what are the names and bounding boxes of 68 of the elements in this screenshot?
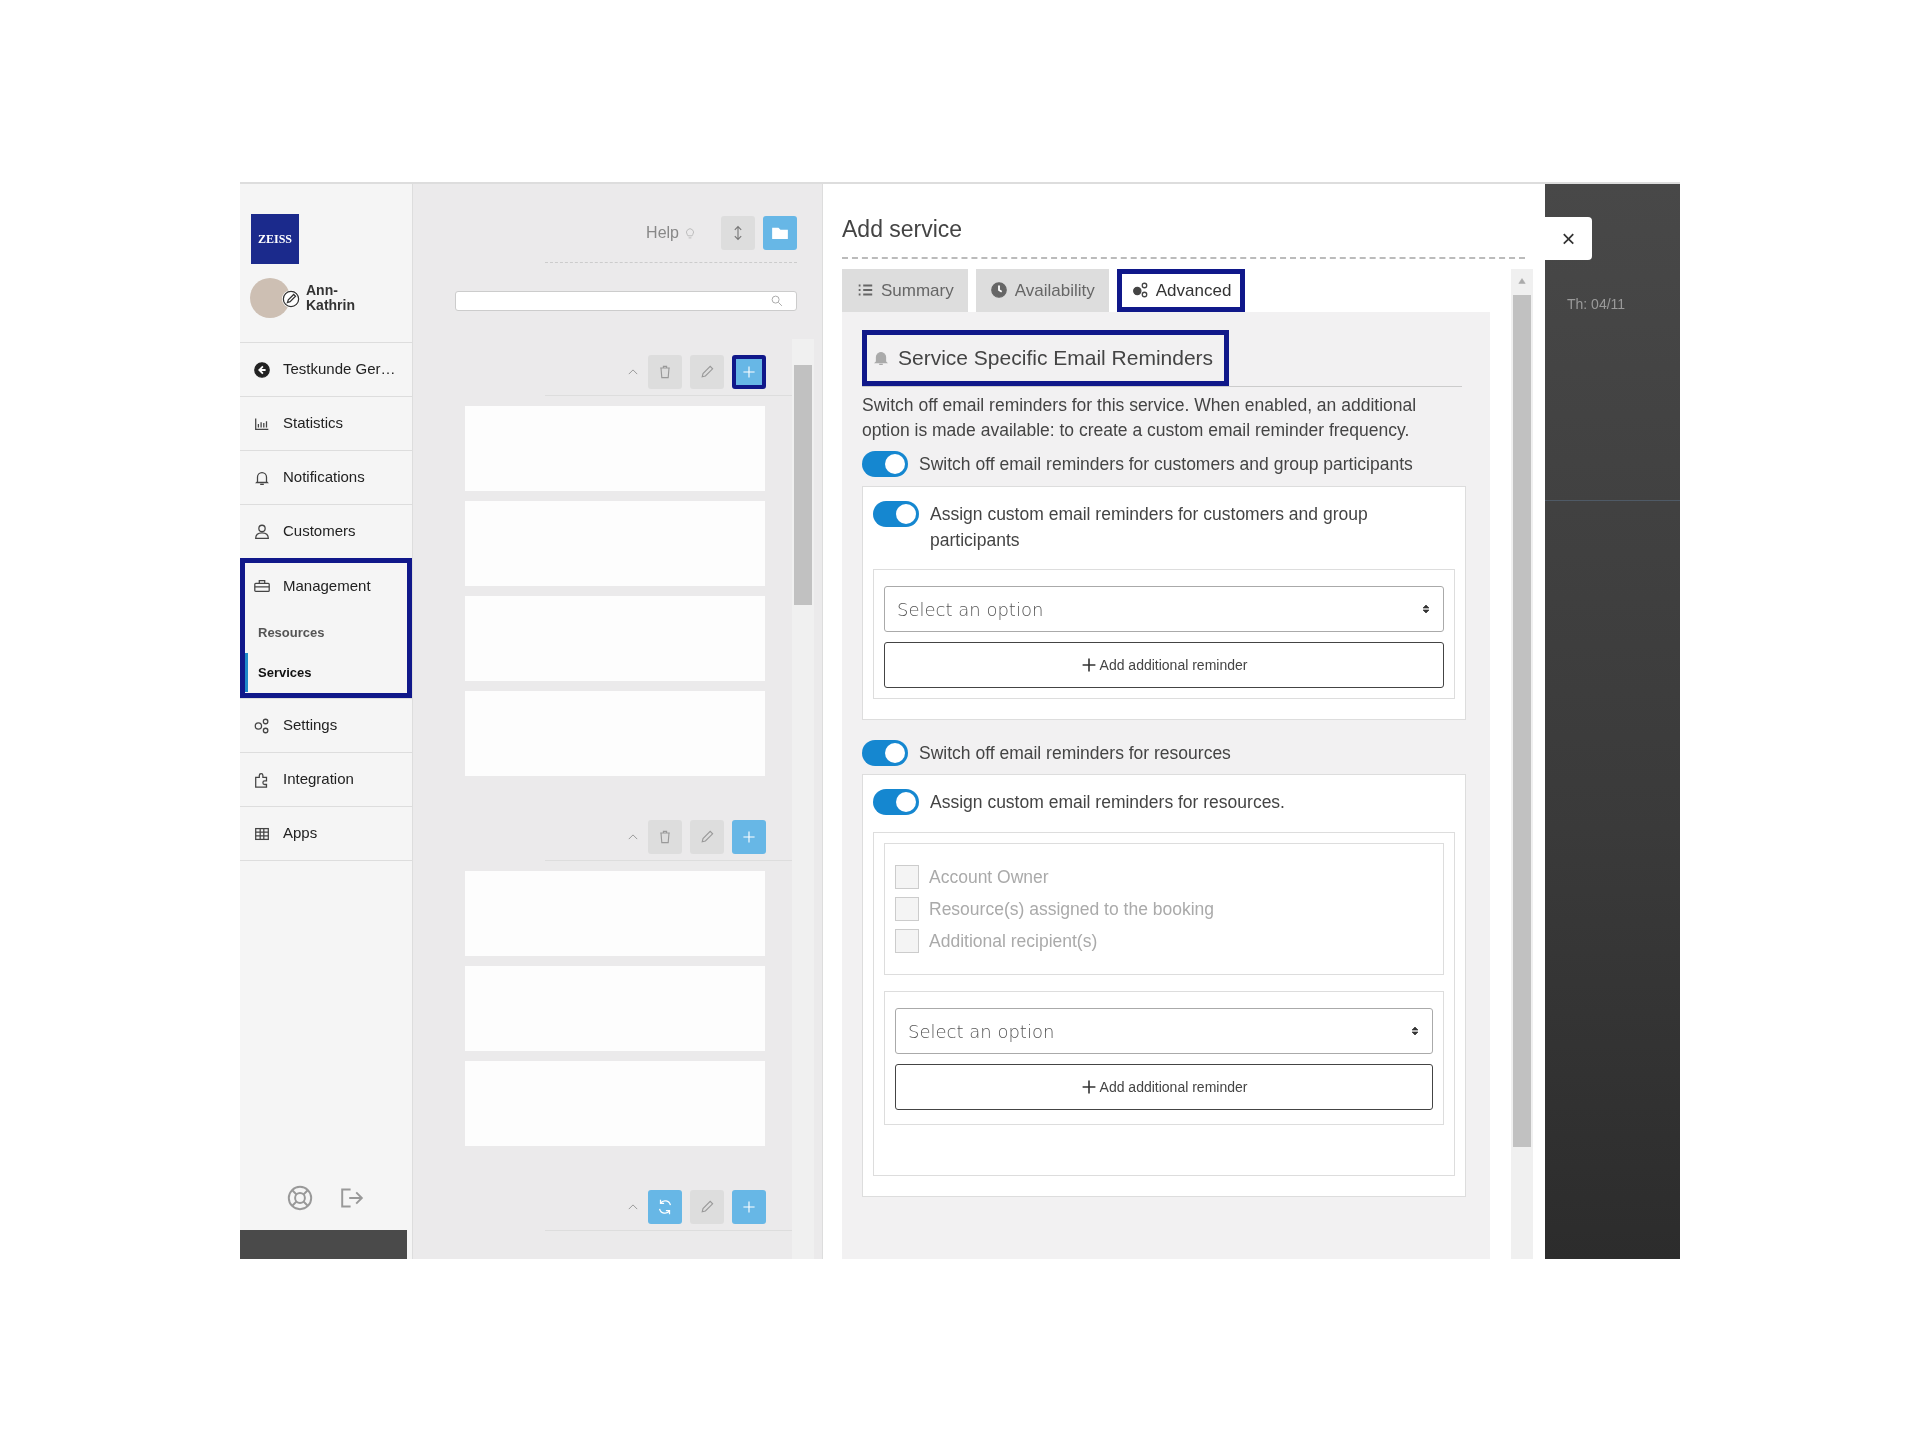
pencil-icon bbox=[699, 363, 715, 381]
checkbox-label: Account Owner bbox=[929, 865, 1049, 889]
scroll-up-icon bbox=[1516, 276, 1528, 285]
delete-button[interactable] bbox=[648, 355, 682, 389]
trash-icon bbox=[657, 363, 673, 381]
toggle-switch[interactable] bbox=[873, 500, 919, 527]
folder-button[interactable] bbox=[763, 216, 797, 250]
tab[interactable]: Advanced bbox=[1116, 268, 1246, 312]
user-name: Ann-Kathrin bbox=[306, 282, 356, 314]
pencil-icon bbox=[699, 828, 715, 846]
select-field[interactable]: Select an option bbox=[895, 1008, 1433, 1055]
select-field[interactable]: Select an option bbox=[884, 586, 1444, 632]
lifebuoy-icon bbox=[286, 1184, 314, 1212]
sidebar-item[interactable]: Customers bbox=[240, 504, 412, 558]
date-label: Th: 04/11 bbox=[1567, 295, 1626, 314]
add-button[interactable] bbox=[732, 355, 766, 389]
sort-button[interactable] bbox=[721, 216, 755, 250]
tab[interactable]: Availability bbox=[975, 268, 1109, 312]
add-reminder-button[interactable]: Add additional reminder bbox=[895, 1064, 1433, 1111]
toggle-label: Switch off email reminders for customers and group participants bbox=[919, 453, 1413, 477]
gears-icon bbox=[253, 716, 271, 735]
delete-button[interactable] bbox=[648, 820, 682, 854]
refresh-icon bbox=[656, 1198, 674, 1216]
plus-icon bbox=[1080, 1079, 1097, 1096]
sidebar-item[interactable]: Management bbox=[240, 559, 412, 613]
plus-icon bbox=[1080, 657, 1097, 673]
modal-title: Add service bbox=[842, 212, 1525, 259]
checkbox-label: Additional recipient(s) bbox=[929, 930, 1098, 953]
plus-icon bbox=[741, 829, 757, 845]
person-icon bbox=[253, 522, 271, 541]
search-field[interactable] bbox=[455, 291, 797, 311]
add-reminder-button[interactable]: Add additional reminder bbox=[884, 642, 1444, 688]
search-icon bbox=[770, 294, 784, 308]
plus-icon bbox=[741, 364, 757, 380]
trash-icon bbox=[657, 828, 673, 846]
toggle-switch[interactable] bbox=[873, 789, 919, 816]
toggle-switch[interactable] bbox=[862, 451, 908, 478]
sidebar-subitem[interactable]: Resources bbox=[245, 613, 407, 653]
toggle-label: Assign custom email reminders for customers and group participants bbox=[930, 502, 1369, 552]
avatar bbox=[250, 278, 290, 318]
edit-button[interactable] bbox=[690, 1190, 724, 1224]
scrollbar[interactable] bbox=[1511, 268, 1533, 1259]
clock-icon bbox=[989, 281, 1008, 300]
sidebar-item[interactable]: Testkunde Ger… bbox=[240, 342, 412, 396]
close-button[interactable]: × bbox=[1545, 217, 1592, 260]
toggle-label: Assign custom email reminders for resources. bbox=[930, 791, 1285, 815]
gears-icon bbox=[1130, 281, 1149, 300]
logo: ZEISS bbox=[251, 214, 299, 264]
sidebar-item[interactable]: Apps bbox=[240, 806, 412, 860]
sidebar-item[interactable]: Statistics bbox=[240, 396, 412, 450]
toolbox-icon bbox=[253, 577, 271, 595]
toggle-label: Switch off email reminders for resources bbox=[919, 742, 1231, 765]
tab[interactable]: Summary bbox=[842, 268, 968, 312]
section-heading: Service Specific Email Reminders bbox=[862, 330, 1230, 386]
pencil-icon bbox=[699, 1198, 715, 1216]
refresh-button[interactable] bbox=[648, 1190, 682, 1224]
toggle-switch[interactable] bbox=[862, 740, 908, 766]
edit-button[interactable] bbox=[690, 820, 724, 854]
scrollbar[interactable] bbox=[792, 339, 814, 1259]
sidebar-item[interactable]: Settings bbox=[240, 698, 412, 752]
sidebar-item[interactable]: Integration bbox=[240, 752, 412, 806]
plus-icon bbox=[741, 1199, 757, 1215]
sidebar-subitem[interactable]: Services bbox=[245, 652, 407, 692]
checkbox-label: Resource(s) assigned to the booking bbox=[929, 897, 1215, 921]
pencil-circle-icon bbox=[282, 290, 300, 308]
section-description: Switch off email reminders for this service. When enabled, an additional option is made available: to create a custom email reminder frequency. bbox=[862, 393, 1418, 442]
sidebar-item[interactable]: Notifications bbox=[240, 450, 412, 504]
edit-button[interactable] bbox=[690, 355, 724, 389]
